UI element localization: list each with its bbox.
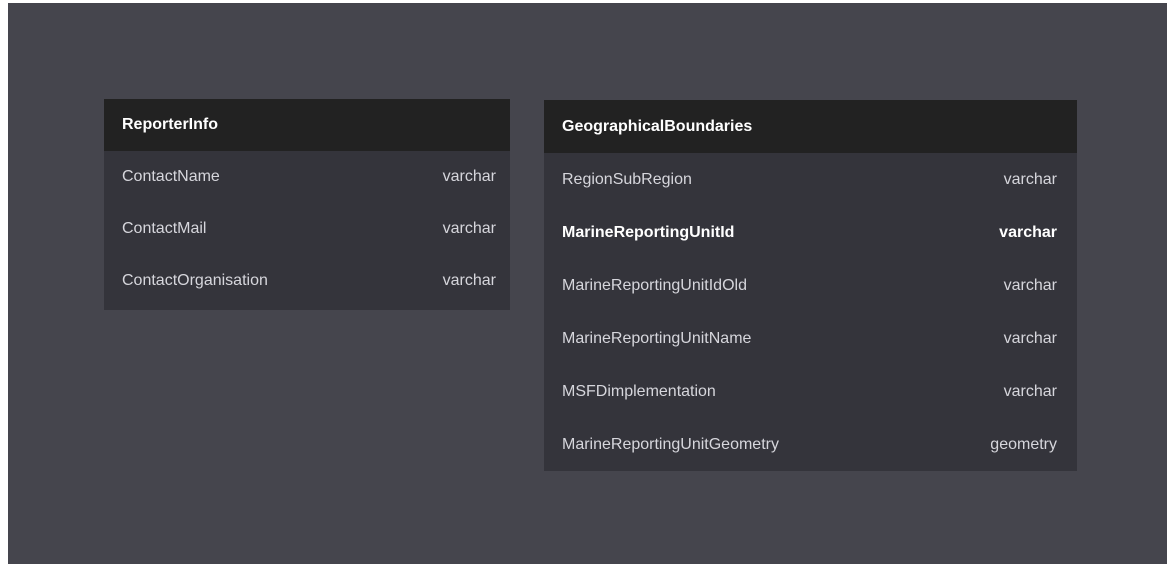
column-name: ContactMail — [122, 220, 207, 237]
column-type: varchar — [442, 220, 496, 237]
column-row[interactable]: ContactName varchar — [104, 151, 510, 203]
column-row[interactable]: ContactMail varchar — [104, 203, 510, 255]
table-header[interactable]: GeographicalBoundaries — [544, 100, 1077, 153]
column-row[interactable]: ContactOrganisation varchar — [104, 255, 510, 307]
column-type: varchar — [442, 272, 496, 289]
table-header[interactable]: ReporterInfo — [104, 99, 510, 151]
column-name: ContactName — [122, 168, 220, 185]
column-name: MarineReportingUnitIdOld — [562, 276, 747, 294]
diagram-canvas: ReporterInfo ContactName varchar Contact… — [8, 3, 1167, 564]
column-type: varchar — [1003, 276, 1057, 294]
column-row[interactable]: MarineReportingUnitName varchar — [544, 312, 1077, 365]
column-row[interactable]: MSFDimplementation varchar — [544, 365, 1077, 418]
column-name: ContactOrganisation — [122, 272, 268, 289]
column-type: varchar — [1003, 382, 1057, 400]
column-row[interactable]: MarineReportingUnitIdOld varchar — [544, 259, 1077, 312]
column-row-key[interactable]: MarineReportingUnitId varchar — [544, 206, 1077, 259]
column-row[interactable]: RegionSubRegion varchar — [544, 153, 1077, 206]
table-geographicalboundaries[interactable]: GeographicalBoundaries RegionSubRegion v… — [544, 100, 1077, 471]
column-type: varchar — [442, 168, 496, 185]
column-name: RegionSubRegion — [562, 170, 692, 188]
table-reporterinfo[interactable]: ReporterInfo ContactName varchar Contact… — [104, 99, 510, 310]
column-name: MSFDimplementation — [562, 382, 716, 400]
column-name: MarineReportingUnitName — [562, 329, 752, 347]
column-type: varchar — [1003, 170, 1057, 188]
column-name: MarineReportingUnitGeometry — [562, 435, 779, 453]
column-name: MarineReportingUnitId — [562, 223, 735, 241]
column-type: varchar — [1003, 329, 1057, 347]
column-type: varchar — [999, 223, 1057, 241]
column-type: geometry — [990, 435, 1057, 453]
column-row[interactable]: MarineReportingUnitGeometry geometry — [544, 418, 1077, 471]
